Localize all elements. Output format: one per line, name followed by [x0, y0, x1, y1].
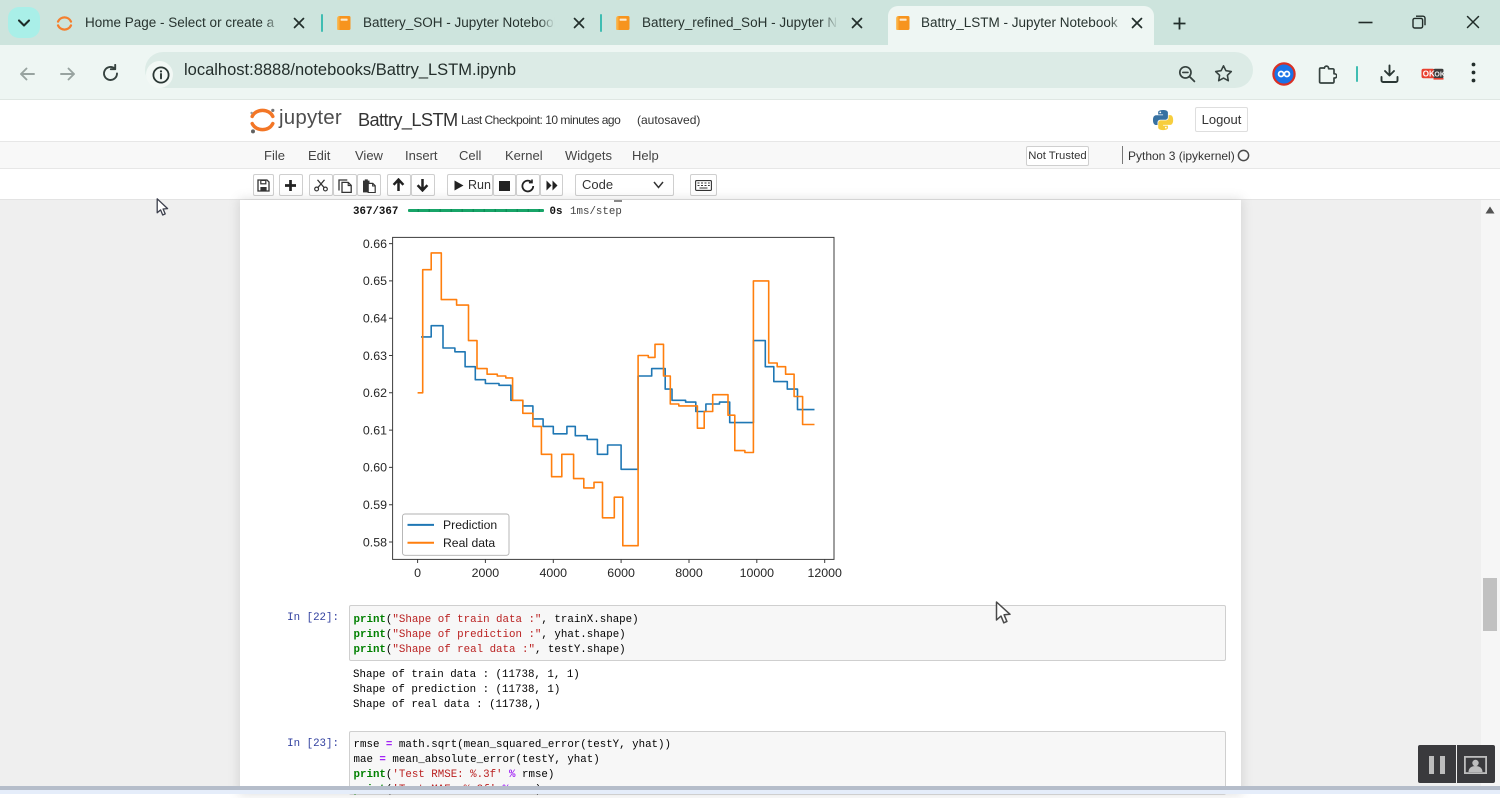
svg-text:OK: OK [1434, 71, 1444, 78]
svg-text:2000: 2000 [472, 566, 500, 580]
svg-text:0.66: 0.66 [363, 237, 387, 251]
svg-text:6000: 6000 [607, 566, 635, 580]
svg-text:0.60: 0.60 [363, 461, 387, 475]
svg-text:Prediction: Prediction [443, 518, 497, 532]
svg-text:0.59: 0.59 [363, 498, 387, 512]
svg-text:10000: 10000 [740, 566, 775, 580]
svg-text:OK: OK [1423, 70, 1435, 79]
svg-text:0.58: 0.58 [363, 535, 387, 549]
svg-text:4000: 4000 [540, 566, 568, 580]
svg-text:8000: 8000 [675, 566, 703, 580]
svg-text:0.62: 0.62 [363, 386, 387, 400]
svg-text:0.63: 0.63 [363, 349, 387, 363]
svg-text:0: 0 [414, 566, 421, 580]
svg-text:0.65: 0.65 [363, 274, 387, 288]
svg-text:12000: 12000 [807, 566, 842, 580]
svg-text:Real data: Real data [443, 536, 495, 550]
svg-text:0.61: 0.61 [363, 423, 387, 437]
svg-text:0.64: 0.64 [363, 312, 387, 326]
